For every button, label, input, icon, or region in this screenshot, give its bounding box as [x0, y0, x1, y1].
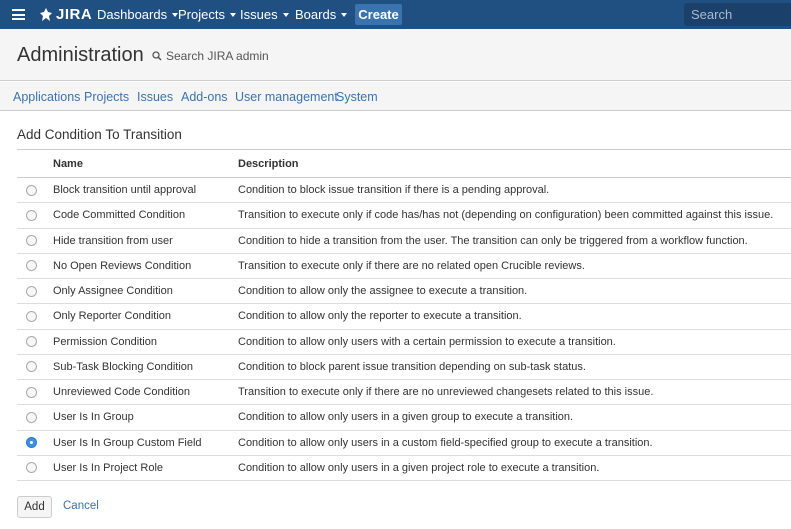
row-select-cell — [17, 455, 53, 480]
jira-logo-icon — [40, 7, 52, 21]
condition-radio[interactable] — [26, 336, 37, 348]
condition-name: Permission Condition — [53, 335, 157, 348]
table-row[interactable]: Permission Condition Condition to allow o… — [17, 329, 791, 355]
row-select-cell — [17, 228, 53, 253]
top-navigation-bar: JIRA Dashboards Projects Issues Boards C… — [0, 0, 791, 29]
condition-description: Transition to execute only if there are … — [238, 386, 654, 399]
condition-radio[interactable] — [26, 462, 37, 474]
row-select-cell — [17, 354, 53, 379]
condition-name: User Is In Group — [53, 411, 134, 424]
nav-dashboards[interactable]: Dashboards — [97, 0, 179, 29]
condition-radio[interactable] — [26, 260, 37, 272]
header-description: Description — [238, 157, 299, 170]
nav-projects-label: Projects — [178, 7, 225, 22]
nav-boards-label: Boards — [295, 7, 337, 22]
table-row[interactable]: Only Assignee Condition Condition to allo… — [17, 279, 791, 304]
admin-search-label: Search JIRA admin — [166, 49, 269, 63]
nav-issues-label: Issues — [240, 7, 278, 22]
condition-description: Condition to allow only users in a given… — [238, 411, 574, 424]
row-select-cell — [17, 203, 53, 228]
condition-description: Condition to allow only the reporter to … — [238, 310, 522, 323]
admin-search[interactable]: Search JIRA admin — [152, 49, 269, 63]
table-row[interactable]: User Is In Project Role Condition to allo… — [17, 455, 791, 481]
row-select-cell — [17, 253, 53, 278]
jira-logo[interactable]: JIRA — [39, 5, 92, 24]
global-search-input[interactable]: Search — [684, 3, 791, 26]
condition-description: Condition to block issue transition if t… — [238, 184, 550, 197]
page-title: Administration — [17, 44, 144, 66]
row-select-cell — [17, 380, 53, 405]
condition-name: Only Assignee Condition — [53, 285, 173, 298]
condition-name: Unreviewed Code Condition — [53, 386, 190, 399]
create-button[interactable]: Create — [355, 4, 402, 25]
condition-description: Condition to allow only the assignee to … — [238, 285, 528, 298]
nav-dashboards-label: Dashboards — [97, 7, 168, 22]
condition-radio[interactable] — [26, 361, 37, 373]
condition-name: Block transition until approval — [53, 184, 197, 197]
row-select-cell — [17, 178, 53, 203]
condition-description: Condition to hide a transition from the … — [238, 234, 748, 247]
tab-user-management[interactable]: User management — [235, 90, 338, 104]
condition-name: Sub-Task Blocking Condition — [53, 360, 194, 373]
tab-applications[interactable]: Applications — [13, 90, 80, 104]
condition-radio[interactable] — [26, 386, 37, 398]
table-row[interactable]: No Open Reviews Condition Transition to e… — [17, 253, 791, 279]
row-select-cell — [17, 279, 53, 304]
nav-issues[interactable]: Issues — [240, 0, 289, 29]
condition-name: Hide transition from user — [53, 234, 173, 247]
menu-icon[interactable] — [12, 9, 25, 20]
table-row[interactable]: Block transition until approval Condition… — [17, 178, 791, 203]
row-select-cell — [17, 304, 53, 329]
chevron-down-icon — [282, 13, 289, 17]
condition-name: Code Committed Condition — [53, 209, 186, 222]
add-button[interactable]: Add — [17, 496, 52, 518]
row-select-cell — [17, 430, 53, 455]
condition-description: Transition to execute only if there are … — [238, 259, 585, 272]
table-row[interactable]: Sub-Task Blocking Condition Condition to … — [17, 354, 791, 380]
table-row[interactable]: Only Reporter Condition Condition to allo… — [17, 304, 791, 329]
table-header-row: Name Description — [17, 149, 791, 178]
chevron-down-icon — [341, 13, 348, 17]
condition-name: User Is In Project Role — [53, 461, 164, 474]
tab-projects[interactable]: Projects — [84, 90, 129, 104]
header-name: Name — [53, 157, 83, 170]
table-row[interactable]: User Is In Group Condition to allow only … — [17, 405, 791, 430]
table-row[interactable]: User Is In Group Custom Field Condition t… — [17, 430, 791, 456]
condition-description: Condition to allow only users with a cer… — [238, 335, 616, 348]
tab-add-ons[interactable]: Add-ons — [181, 90, 228, 104]
condition-radio[interactable] — [26, 310, 37, 322]
condition-description: Condition to block parent issue transiti… — [238, 360, 586, 373]
row-select-cell — [17, 405, 53, 430]
condition-radio[interactable] — [26, 411, 37, 423]
nav-projects[interactable]: Projects — [178, 0, 236, 29]
row-select-cell — [17, 329, 53, 354]
table-row[interactable]: Unreviewed Code Condition Transition to e… — [17, 380, 791, 405]
condition-name: No Open Reviews Condition — [53, 259, 192, 272]
condition-description: Condition to allow only users in a given… — [238, 461, 600, 474]
cancel-link[interactable]: Cancel — [63, 500, 99, 512]
tab-issues[interactable]: Issues — [137, 90, 173, 104]
logo-text: JIRA — [56, 6, 93, 23]
condition-radio[interactable] — [26, 209, 37, 221]
header-select — [17, 150, 53, 178]
table-row[interactable]: Code Committed Condition Transition to ex… — [17, 203, 791, 228]
conditions-table: Name Description Block transition until … — [17, 149, 791, 481]
chevron-down-icon — [229, 13, 236, 17]
section-title: Add Condition To Transition — [17, 127, 182, 142]
condition-name: User Is In Group Custom Field — [53, 436, 202, 449]
condition-radio[interactable] — [26, 235, 37, 247]
table-row[interactable]: Hide transition from user Condition to hi… — [17, 228, 791, 254]
search-icon — [152, 51, 162, 61]
admin-header: Administration Search JIRA admin — [0, 29, 791, 81]
condition-description: Transition to execute only if code has/h… — [238, 209, 774, 222]
admin-tabs: Applications Projects Issues Add-ons Use… — [0, 82, 791, 111]
condition-radio[interactable] — [26, 184, 37, 196]
tab-system[interactable]: System — [336, 90, 378, 104]
condition-radio[interactable] — [26, 285, 37, 297]
condition-description: Condition to allow only users in a custo… — [238, 436, 653, 449]
condition-radio[interactable] — [26, 437, 37, 449]
condition-name: Only Reporter Condition — [53, 310, 172, 323]
nav-boards[interactable]: Boards — [295, 0, 348, 29]
